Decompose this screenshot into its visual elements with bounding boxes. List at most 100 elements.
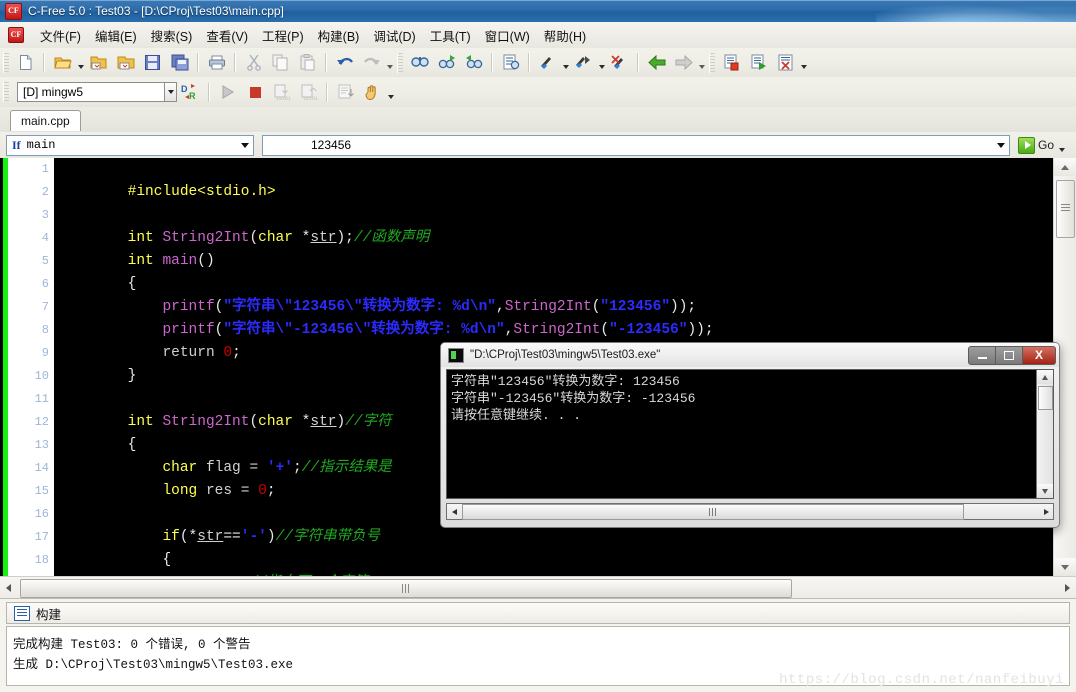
debug-run-icon[interactable]: DR	[178, 80, 203, 105]
run-icon[interactable]	[215, 80, 240, 105]
find-input[interactable]: 123456	[262, 134, 1010, 156]
code-line-18: ++str;//指向下一个字符	[58, 549, 368, 576]
console-hscroll-thumb[interactable]	[462, 504, 964, 520]
save-icon[interactable]	[140, 50, 165, 75]
save-project-icon[interactable]	[113, 50, 138, 75]
tab-main-cpp[interactable]: main.cpp	[10, 110, 81, 131]
redo-icon[interactable]	[359, 50, 384, 75]
undo-redo-dropdown-icon[interactable]	[385, 51, 394, 74]
console-hscroll-track[interactable]	[461, 504, 1039, 520]
code-line-7: printf("字符串\"-123456\"转换为数字: %d\n",Strin…	[58, 296, 713, 338]
line-number: 17	[34, 530, 49, 544]
console-vertical-scrollbar[interactable]	[1036, 370, 1053, 498]
editor-hscroll-thumb[interactable]	[20, 579, 792, 598]
copy-icon[interactable]	[268, 50, 293, 75]
toolbar-grip[interactable]	[709, 52, 715, 73]
function-select[interactable]: If main	[6, 134, 254, 156]
compiler-select[interactable]: [D] mingw5	[17, 82, 177, 102]
console-window[interactable]: "D:\CProj\Test03\mingw5\Test03.exe" X 字符…	[440, 342, 1060, 528]
svg-text:10101: 10101	[303, 96, 318, 101]
open-project-icon[interactable]	[86, 50, 111, 75]
compile-file-icon[interactable]	[719, 50, 744, 75]
menu-edit[interactable]: 编辑(E)	[88, 23, 144, 48]
compiler-select-chevron-down-icon[interactable]	[164, 83, 176, 101]
code-line-12: {	[58, 411, 137, 453]
console-maximize-button[interactable]	[996, 345, 1023, 365]
line-number: 4	[41, 231, 49, 245]
console-horizontal-scrollbar[interactable]	[446, 503, 1054, 520]
code-line-8: return 0;	[58, 319, 240, 361]
build-dropdown-icon[interactable]	[799, 51, 808, 74]
toggle-bookmark-icon[interactable]	[535, 50, 560, 75]
token-close-brace: }	[127, 368, 137, 384]
new-file-icon[interactable]	[13, 50, 38, 75]
next-bookmark-dropdown-icon[interactable]	[597, 51, 606, 74]
console-scroll-right-arrow-icon[interactable]	[1039, 504, 1053, 519]
go-dropdown-icon[interactable]	[1057, 134, 1066, 157]
console-scroll-left-arrow-icon[interactable]	[447, 504, 461, 519]
go-button[interactable]: Go	[1016, 135, 1068, 156]
navigate-forward-icon[interactable]	[671, 50, 696, 75]
next-bookmark-icon[interactable]	[571, 50, 596, 75]
menu-project[interactable]: 工程(P)	[255, 23, 311, 48]
console-scroll-up-arrow-icon[interactable]	[1037, 370, 1053, 384]
find-previous-icon[interactable]	[461, 50, 486, 75]
line-number: 12	[34, 415, 49, 429]
toolbar-grip[interactable]	[3, 82, 9, 102]
bookmark-dropdown-icon[interactable]	[561, 51, 570, 74]
navigate-dropdown-icon[interactable]	[697, 51, 706, 74]
scroll-right-arrow-icon[interactable]	[1059, 578, 1076, 598]
build-panel-header[interactable]: 构建	[6, 602, 1070, 624]
find-next-icon[interactable]	[434, 50, 459, 75]
editor-horizontal-scrollbar[interactable]	[0, 576, 1076, 599]
clear-bookmarks-icon[interactable]	[607, 50, 632, 75]
undo-icon[interactable]	[332, 50, 357, 75]
menu-view[interactable]: 查看(V)	[199, 23, 255, 48]
console-output-area[interactable]: 字符串"123456"转换为数字: 123456 字符串"-123456"转换为…	[446, 369, 1054, 499]
open-file-icon[interactable]	[50, 50, 75, 75]
editor-tabstrip: main.cpp	[0, 107, 1076, 133]
menu-file[interactable]: 文件(F)	[33, 23, 88, 48]
find-input-chevron-down-icon[interactable]	[993, 136, 1009, 155]
console-close-button[interactable]: X	[1023, 345, 1056, 365]
menu-build[interactable]: 构建(B)	[311, 23, 367, 48]
save-all-icon[interactable]	[167, 50, 192, 75]
print-icon[interactable]	[204, 50, 229, 75]
function-select-chevron-down-icon[interactable]	[237, 136, 253, 155]
menu-tools[interactable]: 工具(T)	[423, 23, 478, 48]
scroll-down-arrow-icon[interactable]	[1054, 558, 1076, 576]
console-minimize-button[interactable]	[968, 345, 996, 365]
debug-dropdown-icon[interactable]	[386, 81, 395, 104]
cut-icon[interactable]	[241, 50, 266, 75]
scroll-up-arrow-icon[interactable]	[1054, 158, 1076, 176]
line-number: 11	[34, 392, 49, 406]
pause-hand-icon[interactable]	[360, 80, 385, 105]
menu-help[interactable]: 帮助(H)	[537, 23, 593, 48]
build-icon[interactable]	[746, 50, 771, 75]
menu-window[interactable]: 窗口(W)	[478, 23, 537, 48]
console-vscroll-thumb[interactable]	[1038, 386, 1053, 410]
find-icon[interactable]	[407, 50, 432, 75]
paste-icon[interactable]	[295, 50, 320, 75]
editor-vscroll-thumb[interactable]	[1056, 180, 1075, 238]
console-scroll-down-arrow-icon[interactable]	[1037, 484, 1053, 498]
toolbar-grip[interactable]	[397, 52, 403, 73]
navigate-back-icon[interactable]	[644, 50, 669, 75]
menu-debug[interactable]: 调试(D)	[366, 23, 422, 48]
token-var-str: str	[310, 230, 337, 246]
token-paren: (	[600, 322, 610, 338]
open-file-dropdown-icon[interactable]	[76, 51, 85, 74]
hscroll-track[interactable]	[17, 578, 1059, 598]
menu-search[interactable]: 搜索(S)	[144, 23, 200, 48]
clean-icon[interactable]	[773, 50, 798, 75]
scroll-left-arrow-icon[interactable]	[0, 578, 17, 598]
run-to-cursor-icon[interactable]	[333, 80, 358, 105]
line-number: 15	[34, 484, 49, 498]
step-over-icon[interactable]: 10101	[296, 80, 321, 105]
toolbar-grip[interactable]	[3, 52, 9, 73]
menubar-app-icon[interactable]: CF	[8, 27, 24, 43]
step-into-icon[interactable]: 10101	[269, 80, 294, 105]
replace-icon[interactable]	[498, 50, 523, 75]
stop-icon[interactable]	[242, 80, 267, 105]
